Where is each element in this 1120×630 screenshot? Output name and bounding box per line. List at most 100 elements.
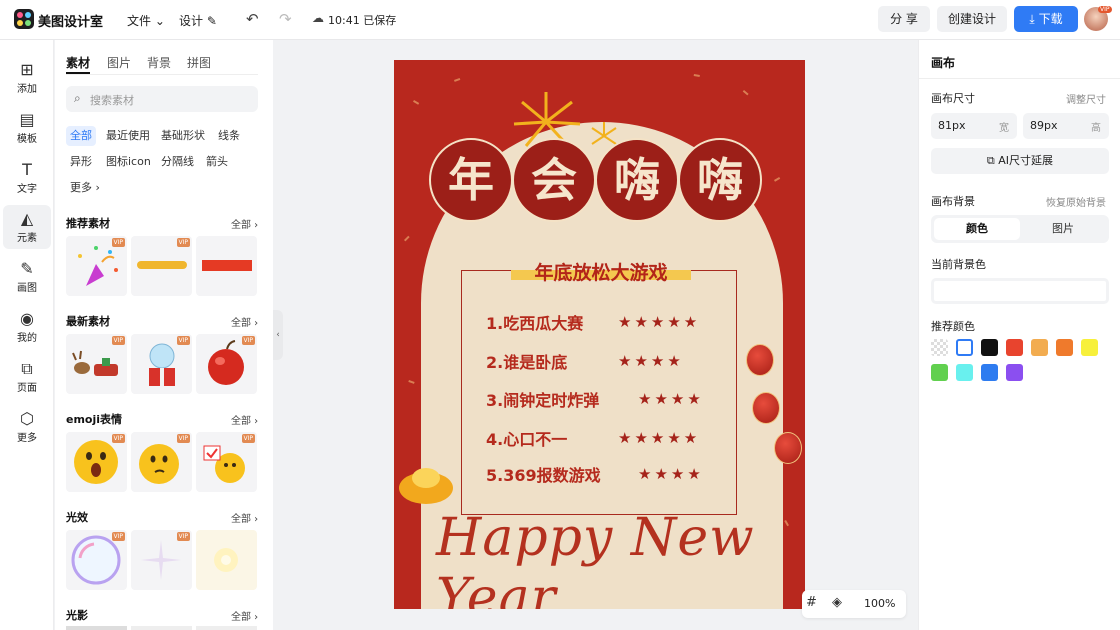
lantern-icon[interactable]: [774, 432, 802, 464]
chip-irregular[interactable]: 异形: [66, 152, 96, 172]
asset-thumb-partial[interactable]: [66, 626, 127, 630]
asset-thumb-partial[interactable]: [196, 626, 257, 630]
create-design-button[interactable]: 创建设计: [937, 6, 1007, 32]
chip-lines[interactable]: 线条: [214, 126, 244, 146]
see-all-link[interactable]: 全部 ›: [231, 510, 258, 525]
asset-thumb-sparkle[interactable]: VIP: [131, 530, 192, 590]
swatch-cyan[interactable]: [956, 364, 973, 381]
lantern-icon[interactable]: [752, 392, 780, 424]
tab-image[interactable]: 图片: [1020, 218, 1106, 240]
page-add-icon: ⧉: [21, 359, 33, 378]
asset-thumb-emoji-chick[interactable]: VIP: [196, 432, 257, 492]
poster-subtitle[interactable]: 年底放松大游戏: [511, 258, 691, 284]
chip-more[interactable]: 更多 ›: [66, 178, 104, 198]
ai-resize-button[interactable]: ⧉ AI尺寸延展: [931, 148, 1109, 174]
chip-recent[interactable]: 最近使用: [102, 126, 154, 146]
swatch-orange[interactable]: [1056, 339, 1073, 356]
asset-thumb-party-popper[interactable]: VIP: [66, 236, 127, 296]
tab-materials[interactable]: 素材: [66, 54, 90, 71]
rail-item-add[interactable]: ⊞ 添加: [3, 56, 51, 100]
gold-ingot-icon[interactable]: [396, 458, 456, 508]
search-input[interactable]: ⌕ 搜索素材: [66, 86, 258, 112]
download-button[interactable]: ⤓ 下载: [1014, 6, 1078, 32]
tab-backgrounds[interactable]: 背景: [147, 54, 171, 71]
redo-icon[interactable]: ↷: [279, 10, 292, 28]
swatch-light-orange[interactable]: [1031, 339, 1048, 356]
layers-icon[interactable]: ◈: [832, 595, 842, 610]
swatch-transparent[interactable]: [931, 339, 948, 356]
chip-icons[interactable]: 图标icon: [102, 152, 155, 172]
adjust-size-link[interactable]: 调整尺寸: [1066, 91, 1106, 106]
swatch-white[interactable]: [956, 339, 973, 356]
game-item[interactable]: 5.369报数游戏: [486, 462, 601, 486]
section-title: 光影: [66, 609, 88, 622]
rail-item-more[interactable]: ⬡ 更多: [3, 405, 51, 449]
red-bar-shape: [202, 260, 252, 271]
restore-background-link[interactable]: 恢复原始背景: [1046, 194, 1106, 209]
tab-images[interactable]: 图片: [107, 54, 131, 71]
rating-stars[interactable]: ★★★★★: [618, 429, 700, 447]
share-button[interactable]: 分 享: [878, 6, 930, 32]
rating-stars[interactable]: ★★★★: [618, 352, 684, 370]
game-item[interactable]: 1.吃西瓜大赛: [486, 310, 583, 334]
rail-item-draw[interactable]: ✎ 画图: [3, 255, 51, 299]
template-icon: ▤: [19, 110, 35, 129]
swatch-blue[interactable]: [981, 364, 998, 381]
tab-color[interactable]: 颜色: [934, 218, 1020, 240]
chip-basic-shapes[interactable]: 基础形状: [157, 126, 209, 146]
chip-arrows[interactable]: 箭头: [202, 152, 232, 172]
see-all-link[interactable]: 全部 ›: [231, 608, 258, 623]
swatch-yellow[interactable]: [1081, 339, 1098, 356]
rail-item-mine[interactable]: ◉ 我的: [3, 305, 51, 349]
asset-thumb-reindeer-sleigh[interactable]: VIP: [66, 334, 127, 394]
rail-item-text[interactable]: T 文字: [3, 156, 51, 200]
game-item[interactable]: 2.谁是卧底: [486, 349, 567, 373]
asset-thumb-snow-globe-gift[interactable]: VIP: [131, 334, 192, 394]
rail-item-pages[interactable]: ⧉ 页面: [3, 355, 51, 399]
width-field[interactable]: 81px 宽: [931, 113, 1017, 139]
rail-item-elements[interactable]: ◭ 元素: [3, 205, 51, 249]
asset-thumb-glow[interactable]: [196, 530, 257, 590]
asset-thumb-emoji-scream[interactable]: VIP: [66, 432, 127, 492]
title-char-circle[interactable]: 嗨: [595, 138, 679, 222]
app-logo-icon[interactable]: [14, 9, 34, 29]
happy-new-year-script[interactable]: Happy New Year: [436, 508, 805, 609]
title-char-circle[interactable]: 会: [512, 138, 596, 222]
asset-thumb-apple[interactable]: VIP: [196, 334, 257, 394]
design-canvas[interactable]: 年 会 嗨 嗨 年底放松大游戏 1.吃西瓜大赛 ★★★★★ 2.谁是卧底 ★★★…: [394, 60, 805, 609]
properties-panel: 画布 画布尺寸 调整尺寸 81px 宽 89px 高 ⧉ AI尺寸延展 画布背景…: [918, 40, 1120, 630]
asset-thumb-brush-stroke[interactable]: VIP: [131, 236, 192, 296]
title-char-circle[interactable]: 嗨: [678, 138, 762, 222]
rating-stars[interactable]: ★★★★: [638, 390, 704, 408]
game-item[interactable]: 4.心口不一: [486, 426, 567, 450]
height-field[interactable]: 89px 高: [1023, 113, 1109, 139]
title-char: 会: [531, 153, 577, 207]
see-all-link[interactable]: 全部 ›: [231, 216, 258, 231]
asset-thumb-emoji-thinking[interactable]: VIP: [131, 432, 192, 492]
asset-thumb-partial[interactable]: [131, 626, 192, 630]
swatch-black[interactable]: [981, 339, 998, 356]
rating-stars[interactable]: ★★★★: [638, 465, 704, 483]
chip-dividers[interactable]: 分隔线: [157, 152, 198, 172]
lantern-icon[interactable]: [746, 344, 774, 376]
game-item[interactable]: 3.闹钟定时炸弹: [486, 387, 599, 411]
design-menu[interactable]: 设计 ✎: [179, 12, 217, 29]
swatch-purple[interactable]: [1006, 364, 1023, 381]
swatch-red[interactable]: [1006, 339, 1023, 356]
chip-all[interactable]: 全部: [66, 126, 96, 146]
see-all-link[interactable]: 全部 ›: [231, 314, 258, 329]
see-all-link[interactable]: 全部 ›: [231, 412, 258, 427]
swatch-green[interactable]: [931, 364, 948, 381]
asset-thumb-red-bar[interactable]: [196, 236, 257, 296]
rail-item-template[interactable]: ▤ 模板: [3, 106, 51, 150]
tab-collage[interactable]: 拼图: [187, 54, 211, 71]
zoom-level[interactable]: 100%: [864, 597, 895, 610]
asset-thumb-bubble[interactable]: VIP: [66, 530, 127, 590]
rating-stars[interactable]: ★★★★★: [618, 313, 700, 331]
undo-icon[interactable]: ↶: [246, 10, 259, 28]
collapse-panel-button[interactable]: ‹: [273, 310, 283, 360]
title-char-circle[interactable]: 年: [429, 138, 513, 222]
current-bg-color-field[interactable]: [931, 278, 1109, 304]
grid-icon[interactable]: #: [806, 595, 817, 610]
file-menu[interactable]: 文件 ⌄: [127, 12, 165, 29]
